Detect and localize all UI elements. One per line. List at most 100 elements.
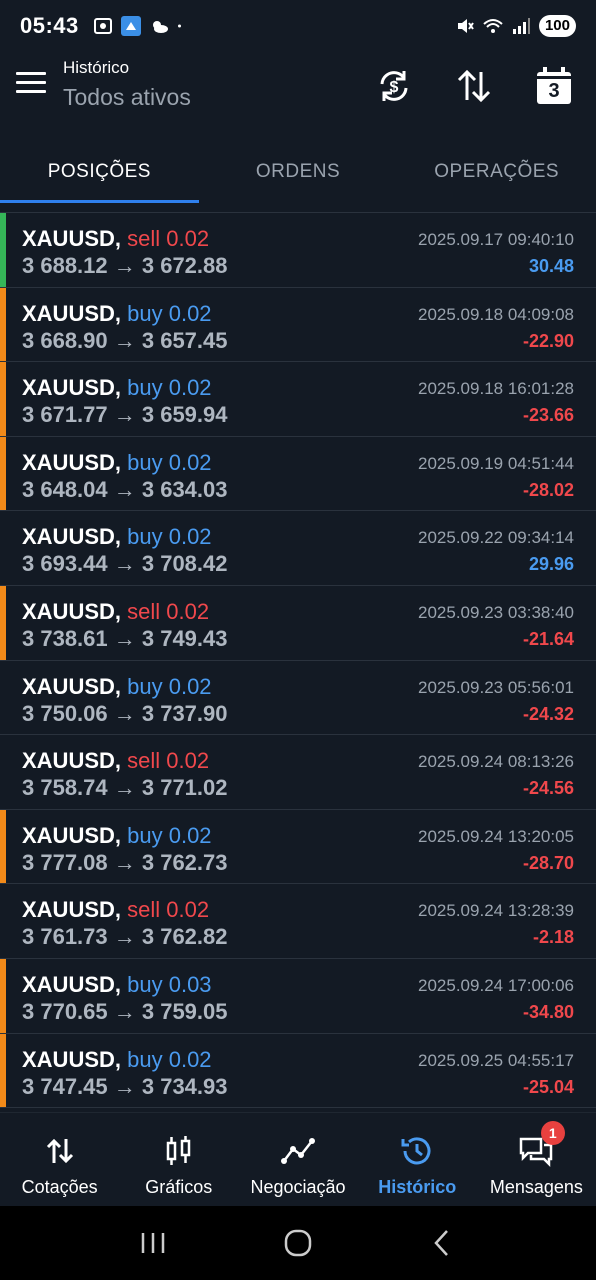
page-title: Histórico [63, 58, 130, 77]
nav-quotes[interactable]: Cotações [0, 1113, 119, 1206]
currency-exchange-icon[interactable]: $ [374, 66, 414, 106]
position-row[interactable]: XAUUSD, buy 0.02 3 747.45 → 3 734.93 2025.… [0, 1033, 596, 1109]
position-row[interactable]: XAUUSD, buy 0.02 3 693.44 → 3 708.42 2025.… [0, 511, 596, 586]
price-range: 3 693.44 → 3 708.42 [22, 551, 228, 577]
position-row[interactable]: XAUUSD, buy 0.02 3 671.77 → 3 659.94 2025.… [0, 362, 596, 437]
position-row[interactable]: XAUUSD, buy 0.02 3 668.90 → 3 657.45 2025.… [0, 287, 596, 363]
trade-icon [281, 1138, 315, 1164]
position-profit: -24.56 [522, 778, 574, 799]
side-volume: sell 0.02 [127, 897, 210, 923]
position-row[interactable]: XAUUSD, sell 0.02 3 688.12 → 3 672.88 2025… [0, 213, 596, 288]
signal-icon [512, 18, 530, 34]
row-edge-marker [0, 809, 6, 884]
calendar-icon[interactable]: 3 [534, 66, 574, 106]
position-title: XAUUSD, sell 0.02 [22, 748, 209, 774]
position-title: XAUUSD, buy 0.02 [22, 524, 212, 550]
row-edge-marker [0, 884, 6, 958]
nav-label: Gráficos [145, 1177, 213, 1197]
price-range: 3 747.45 → 3 734.93 [22, 1073, 228, 1099]
nav-label: Histórico [378, 1177, 457, 1197]
side-volume: buy 0.02 [127, 673, 212, 699]
sort-icon[interactable] [454, 66, 494, 106]
menu-icon[interactable] [16, 72, 46, 96]
symbol: XAUUSD, [22, 822, 122, 848]
symbol: XAUUSD, [22, 971, 122, 997]
tab-deals[interactable]: OPERAÇÕES [397, 140, 596, 204]
side-volume: sell 0.02 [127, 598, 210, 624]
tab-orders[interactable]: ORDENS [199, 140, 398, 204]
nav-trade[interactable]: Negociação [238, 1113, 357, 1206]
row-edge-marker [0, 287, 6, 362]
price-range: 3 668.90 → 3 657.45 [22, 327, 228, 353]
price-range: 3 758.74 → 3 771.02 [22, 775, 228, 801]
position-datetime: 2025.09.19 04:51:44 [418, 453, 574, 473]
row-edge-marker [0, 213, 6, 287]
row-edge-marker [0, 511, 6, 585]
svg-text:$: $ [390, 79, 399, 96]
mute-icon [457, 19, 474, 33]
position-title: XAUUSD, buy 0.02 [22, 823, 212, 849]
position-row[interactable]: XAUUSD, sell 0.02 3 758.74 → 3 771.02 2025… [0, 735, 596, 810]
position-profit: -22.90 [522, 330, 574, 351]
side-volume: buy 0.02 [127, 822, 212, 848]
weather-icon [152, 21, 168, 33]
price-range: 3 761.73 → 3 762.82 [22, 924, 228, 950]
back-icon[interactable] [425, 1225, 461, 1261]
position-profit: -24.32 [522, 703, 574, 724]
position-datetime: 2025.09.24 13:20:05 [418, 826, 574, 846]
position-datetime: 2025.09.23 05:56:01 [418, 677, 574, 697]
side-volume: buy 0.02 [127, 300, 212, 326]
price-range: 3 770.65 → 3 759.05 [22, 998, 228, 1024]
position-row[interactable]: XAUUSD, buy 0.02 3 777.08 → 3 762.73 2025.… [0, 809, 596, 885]
unread-badge: 1 [540, 1121, 565, 1145]
bottom-nav: Cotações Gráficos Negociação Histórico 1… [0, 1112, 596, 1206]
status-time: 05:43 [20, 13, 79, 38]
quotes-icon [46, 1138, 73, 1164]
home-icon[interactable] [280, 1225, 316, 1261]
side-volume: buy 0.02 [127, 375, 212, 401]
nav-label: Cotações [21, 1177, 98, 1197]
position-title: XAUUSD, sell 0.02 [22, 226, 209, 252]
nav-history[interactable]: Histórico [358, 1113, 477, 1206]
position-title: XAUUSD, buy 0.02 [22, 375, 212, 401]
row-edge-marker [0, 735, 6, 809]
position-row[interactable]: XAUUSD, buy 0.02 3 648.04 → 3 634.03 2025.… [0, 436, 596, 512]
tab-bar: POSIÇÕES ORDENS OPERAÇÕES [0, 140, 596, 204]
symbol: XAUUSD, [22, 897, 122, 923]
position-row[interactable]: XAUUSD, buy 0.03 3 770.65 → 3 759.05 2025.… [0, 958, 596, 1034]
recent-apps-icon[interactable] [135, 1225, 171, 1261]
price-range: 3 648.04 → 3 634.03 [22, 476, 228, 502]
symbol: XAUUSD, [22, 300, 122, 326]
app-bar: Histórico Todos ativos $ 3 [0, 52, 596, 140]
screenshot-icon [93, 18, 112, 34]
position-profit: -25.04 [522, 1076, 574, 1097]
positions-list: XAUUSD, sell 0.02 3 688.12 → 3 672.88 2025… [0, 213, 596, 1109]
row-edge-marker [0, 585, 6, 660]
symbol: XAUUSD, [22, 226, 122, 251]
side-volume: buy 0.02 [127, 524, 212, 550]
position-title: XAUUSD, buy 0.02 [22, 450, 212, 476]
row-edge-marker [0, 958, 6, 1033]
position-row[interactable]: XAUUSD, sell 0.02 3 761.73 → 3 762.82 2025… [0, 884, 596, 959]
position-title: XAUUSD, buy 0.02 [22, 1047, 212, 1073]
dot-icon [177, 24, 181, 28]
status-bar: 05:43 100 [0, 0, 596, 52]
position-datetime: 2025.09.18 16:01:28 [418, 379, 574, 399]
side-volume: buy 0.02 [127, 449, 212, 475]
battery-indicator: 100 [538, 15, 576, 37]
position-title: XAUUSD, buy 0.02 [22, 674, 212, 700]
charts-icon [166, 1136, 191, 1165]
app-notification-icon [120, 16, 141, 36]
history-icon [401, 1137, 431, 1165]
side-volume: buy 0.02 [127, 1046, 212, 1072]
side-volume: sell 0.02 [127, 748, 210, 774]
position-profit: -34.80 [522, 1001, 574, 1022]
nav-charts[interactable]: Gráficos [119, 1113, 238, 1206]
position-row[interactable]: XAUUSD, sell 0.02 3 738.61 → 3 749.43 2025… [0, 585, 596, 661]
symbol-filter[interactable]: Todos ativos [63, 84, 191, 111]
tab-positions[interactable]: POSIÇÕES [0, 140, 199, 204]
position-title: XAUUSD, buy 0.02 [22, 301, 212, 327]
nav-messages[interactable]: 1 Mensagens [477, 1113, 596, 1206]
position-row[interactable]: XAUUSD, buy 0.02 3 750.06 → 3 737.90 2025.… [0, 661, 596, 736]
position-datetime: 2025.09.18 04:09:08 [418, 304, 574, 324]
